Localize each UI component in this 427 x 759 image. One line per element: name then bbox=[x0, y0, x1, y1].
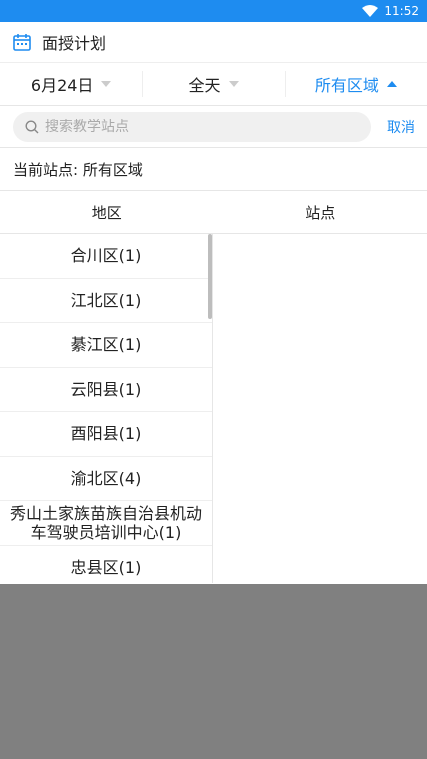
current-site-label: 当前站点: 所有区域 bbox=[0, 148, 427, 191]
triangle-down-icon bbox=[228, 81, 239, 87]
region-item[interactable]: 云阳县(1) bbox=[0, 368, 212, 412]
region-item[interactable]: 忠县区(1) bbox=[0, 546, 212, 584]
search-input[interactable] bbox=[45, 118, 335, 135]
region-filter-label: 所有区域 bbox=[314, 76, 379, 95]
status-bar: 11:52 bbox=[0, 0, 427, 22]
search-row: 取消 bbox=[0, 106, 427, 148]
region-item[interactable]: 江北区(1) bbox=[0, 279, 212, 323]
region-filter[interactable]: 所有区域 bbox=[284, 63, 427, 105]
time-range-filter[interactable]: 全天 bbox=[142, 63, 284, 105]
page-title: 面授计划 bbox=[42, 34, 107, 53]
region-column-header: 地区 bbox=[91, 203, 122, 222]
region-item[interactable]: 秀山土家族苗族自治县机动车驾驶员培训中心(1) bbox=[0, 501, 212, 546]
lists-container: 合川区(1) 江北区(1) 綦江区(1) 云阳县(1) 酉阳县(1) 渝北区(4… bbox=[0, 234, 427, 583]
filter-bar: 6月24日 全天 所有区域 bbox=[0, 62, 427, 106]
region-list[interactable]: 合川区(1) 江北区(1) 綦江区(1) 云阳县(1) 酉阳县(1) 渝北区(4… bbox=[0, 234, 213, 583]
region-item[interactable]: 酉阳县(1) bbox=[0, 412, 212, 457]
site-column-header: 站点 bbox=[305, 203, 336, 222]
region-item[interactable]: 綦江区(1) bbox=[0, 323, 212, 368]
date-filter-label: 6月24日 bbox=[30, 76, 94, 95]
triangle-up-icon bbox=[386, 81, 397, 87]
status-time: 11:52 bbox=[384, 4, 419, 18]
wifi-icon bbox=[362, 5, 379, 17]
cancel-button[interactable]: 取消 bbox=[387, 117, 415, 137]
time-range-filter-label: 全天 bbox=[188, 76, 221, 95]
search-box[interactable] bbox=[13, 111, 371, 142]
region-item[interactable]: 合川区(1) bbox=[0, 234, 212, 279]
search-icon bbox=[25, 119, 39, 134]
column-headers: 地区 站点 bbox=[0, 191, 427, 234]
triangle-down-icon bbox=[101, 81, 112, 87]
site-list bbox=[213, 234, 427, 583]
scrollbar-thumb[interactable] bbox=[208, 234, 212, 319]
region-item[interactable]: 渝北区(4) bbox=[0, 457, 212, 501]
calendar-icon bbox=[12, 32, 32, 52]
dim-overlay[interactable] bbox=[0, 584, 427, 759]
date-filter[interactable]: 6月24日 bbox=[0, 63, 142, 105]
app-bar: 面授计划 bbox=[0, 22, 427, 62]
